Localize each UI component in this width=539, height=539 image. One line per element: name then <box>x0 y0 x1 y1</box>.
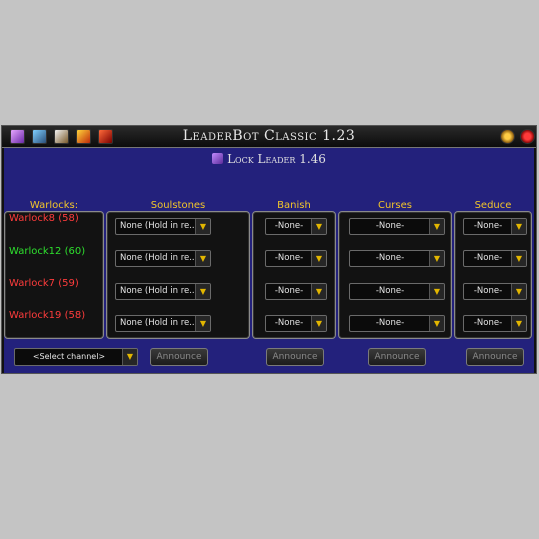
dropdown-value: -None- <box>274 286 304 296</box>
dropdown-arrow-icon[interactable]: ▼ <box>195 219 210 234</box>
curse-dropdown[interactable]: -None- ▼ <box>349 218 445 235</box>
dropdown-value: -None- <box>473 286 503 296</box>
dropdown-value: -None- <box>473 318 503 328</box>
dropdown-arrow-icon[interactable]: ▼ <box>311 284 326 299</box>
seduce-panel: -None- ▼ -None- ▼ -None- ▼ -None- ▼ <box>454 211 532 339</box>
dropdown-arrow-icon[interactable]: ▼ <box>511 316 526 331</box>
dropdown-arrow-icon[interactable]: ▼ <box>311 251 326 266</box>
main-panel: Lock Leader 1.46 Warlocks: Soulstones Ba… <box>4 148 534 373</box>
warlock-row-3: Warlock7 (59) <box>9 278 79 289</box>
dropdown-value: None (Hold in re... <box>120 253 198 263</box>
dropdown-arrow-icon[interactable]: ▼ <box>311 316 326 331</box>
soulstone-dropdown[interactable]: None (Hold in re... ▼ <box>115 250 211 267</box>
dropdown-arrow-icon[interactable]: ▼ <box>195 316 210 331</box>
seduce-dropdown[interactable]: -None- ▼ <box>463 218 527 235</box>
window-title: LeaderBot Classic 1.23 <box>182 128 356 144</box>
channel-select-value: <Select channel> <box>32 352 106 361</box>
dropdown-arrow-icon[interactable]: ▼ <box>511 284 526 299</box>
banish-panel: -None- ▼ -None- ▼ -None- ▼ -None- ▼ <box>252 211 336 339</box>
settings-gear-icon[interactable] <box>500 129 515 144</box>
curse-dropdown[interactable]: -None- ▼ <box>349 315 445 332</box>
title-bar[interactable]: LeaderBot Classic 1.23 <box>2 126 536 148</box>
dropdown-arrow-icon[interactable]: ▼ <box>195 251 210 266</box>
announce-seduce-button[interactable]: Announce <box>466 348 524 366</box>
dropdown-arrow-icon[interactable]: ▼ <box>311 219 326 234</box>
dropdown-arrow-icon[interactable]: ▼ <box>429 316 444 331</box>
leaderbot-window: LeaderBot Classic 1.23 Lock Leader 1.46 … <box>1 125 537 374</box>
column-header-curses: Curses <box>377 200 412 211</box>
dropdown-arrow-icon[interactable]: ▼ <box>429 284 444 299</box>
announce-curses-button[interactable]: Announce <box>368 348 426 366</box>
warlock-row-2: Warlock12 (60) <box>9 246 86 257</box>
dropdown-value: -None- <box>473 221 503 231</box>
warlock-row-1: Warlock8 (58) <box>9 213 79 224</box>
dropdown-arrow-icon[interactable]: ▼ <box>511 251 526 266</box>
dropdown-arrow-icon[interactable]: ▼ <box>429 219 444 234</box>
dropdown-arrow-icon[interactable]: ▼ <box>122 349 137 365</box>
column-header-seduce: Seduce <box>474 200 512 211</box>
announce-banish-button[interactable]: Announce <box>266 348 324 366</box>
curses-panel: -None- ▼ -None- ▼ -None- ▼ -None- ▼ <box>338 211 452 339</box>
banish-dropdown[interactable]: -None- ▼ <box>265 283 327 300</box>
soulstone-dropdown[interactable]: None (Hold in re... ▼ <box>115 218 211 235</box>
announce-soulstones-button[interactable]: Announce <box>150 348 208 366</box>
dropdown-value: -None- <box>375 221 405 231</box>
dropdown-value: None (Hold in re... <box>120 318 198 328</box>
column-header-banish: Banish <box>277 200 311 211</box>
dropdown-value: -None- <box>274 253 304 263</box>
dropdown-value: None (Hold in re... <box>120 221 198 231</box>
warlock-icon <box>212 153 224 164</box>
dropdown-value: -None- <box>375 318 405 328</box>
banish-dropdown[interactable]: -None- ▼ <box>265 218 327 235</box>
soulstones-panel: None (Hold in re... ▼ None (Hold in re...… <box>106 211 250 339</box>
dropdown-value: -None- <box>473 253 503 263</box>
dropdown-value: None (Hold in re... <box>120 286 198 296</box>
warlock-row-4: Warlock19 (58) <box>9 310 86 321</box>
channel-select[interactable]: <Select channel> ▼ <box>14 348 138 366</box>
column-header-warlocks: Warlocks: <box>29 200 79 211</box>
dropdown-arrow-icon[interactable]: ▼ <box>511 219 526 234</box>
close-icon[interactable] <box>520 129 535 144</box>
seduce-dropdown[interactable]: -None- ▼ <box>463 315 527 332</box>
banish-dropdown[interactable]: -None- ▼ <box>265 250 327 267</box>
dropdown-value: -None- <box>274 318 304 328</box>
soulstone-dropdown[interactable]: None (Hold in re... ▼ <box>115 283 211 300</box>
curse-dropdown[interactable]: -None- ▼ <box>349 250 445 267</box>
module-title: Lock Leader 1.46 <box>4 152 534 166</box>
seduce-dropdown[interactable]: -None- ▼ <box>463 283 527 300</box>
dropdown-arrow-icon[interactable]: ▼ <box>429 251 444 266</box>
soulstone-dropdown[interactable]: None (Hold in re... ▼ <box>115 315 211 332</box>
column-header-soulstones: Soulstones <box>150 200 206 211</box>
banish-dropdown[interactable]: -None- ▼ <box>265 315 327 332</box>
curse-dropdown[interactable]: -None- ▼ <box>349 283 445 300</box>
module-title-text: Lock Leader 1.46 <box>227 152 326 166</box>
dropdown-arrow-icon[interactable]: ▼ <box>195 284 210 299</box>
dropdown-value: -None- <box>375 286 405 296</box>
dropdown-value: -None- <box>375 253 405 263</box>
seduce-dropdown[interactable]: -None- ▼ <box>463 250 527 267</box>
dropdown-value: -None- <box>274 221 304 231</box>
warlocks-panel: Warlock8 (58) Warlock12 (60) Warlock7 (5… <box>4 211 104 339</box>
